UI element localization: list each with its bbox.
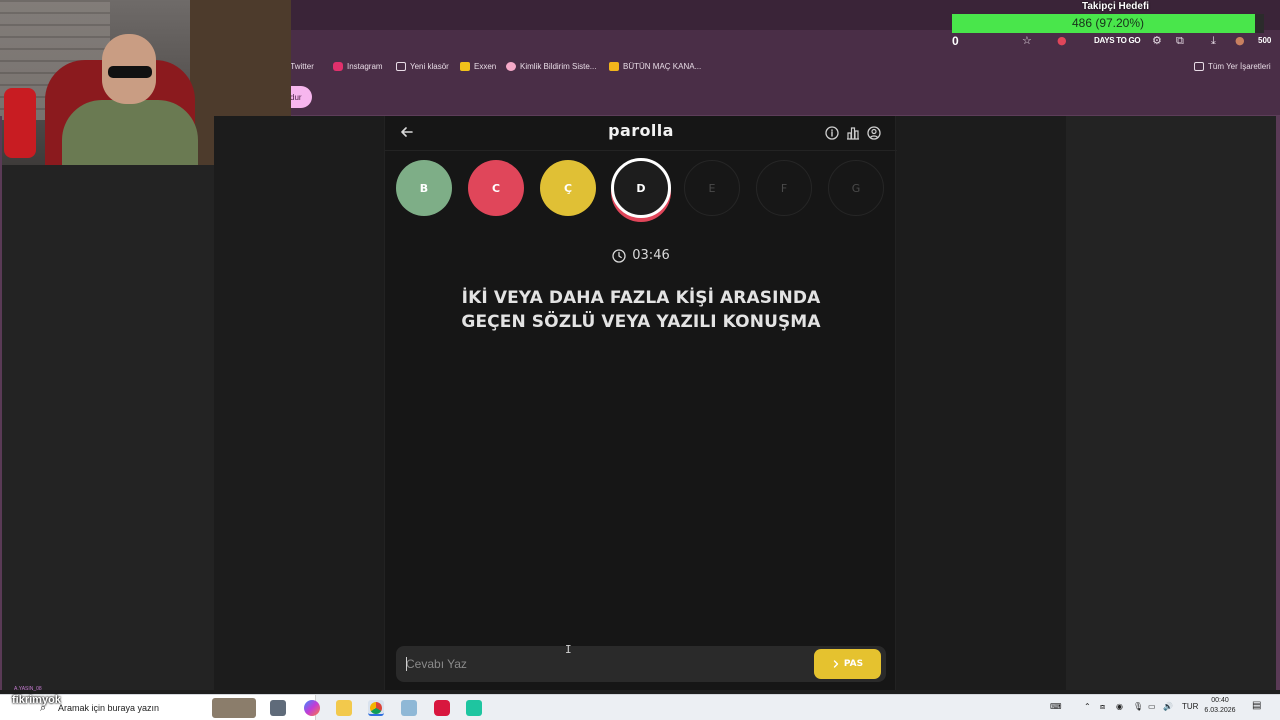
letter-circle-e: E (684, 160, 740, 216)
question-text: İKİ VEYA DAHA FAZLA KİŞİ ARASINDA GEÇEN … (425, 286, 857, 334)
camera-icon[interactable]: ◉ (1116, 702, 1123, 711)
letter-label: D (636, 181, 646, 195)
webcam-sunglasses (108, 66, 152, 78)
letter-label: Ç (563, 181, 573, 195)
letter-circle-c-cedilla: Ç (540, 160, 596, 216)
notification-icon[interactable]: ▤ (1252, 700, 1261, 711)
bookmark-butun-mac[interactable]: BÜTÜN MAÇ KANA... (609, 62, 701, 71)
header-divider (385, 150, 897, 151)
letter-label: C (491, 181, 501, 195)
bookmark-label: Yeni klasör (410, 62, 449, 71)
clock-date: 6.03.2026 (1204, 707, 1236, 714)
profile-avatar-icon[interactable]: ● (1235, 34, 1245, 47)
bookmark-label: Instagram (347, 62, 383, 71)
task-view-icon[interactable] (270, 700, 286, 716)
timer: 03:46 (385, 248, 897, 263)
folder-icon (396, 62, 406, 71)
goal-progress-text: 486 (97.20%) (1071, 16, 1145, 30)
window-edge-right (1276, 116, 1280, 690)
all-bookmarks-label: Tüm Yer İşaretleri (1208, 62, 1271, 71)
exxen-icon (460, 62, 470, 71)
chrome-icon[interactable] (368, 700, 384, 716)
overlay-username: A.YASIN_08 (14, 686, 42, 692)
goal-progress-bar: 486 (97.20%) (952, 14, 1264, 33)
bookmark-kimlik[interactable]: Kimlik Bildirim Siste... (506, 62, 596, 71)
bookmark-label: BÜTÜN MAÇ KANA... (623, 62, 702, 71)
star-icon[interactable]: ☆ (1022, 34, 1032, 47)
app-icon[interactable] (401, 700, 417, 716)
volume-icon[interactable]: 🔊 (1163, 702, 1173, 711)
taskbar-clock[interactable]: 00:40 6.03.2026 (1198, 696, 1242, 716)
pass-label: PAS (843, 659, 864, 669)
letter-circle-b: B (396, 160, 452, 216)
bookmark-label: Exxen (474, 62, 497, 71)
letter-circle-c: C (468, 160, 524, 216)
letter-label: G (851, 181, 861, 195)
letter-circle-f: F (756, 160, 812, 216)
instagram-icon (333, 62, 343, 71)
goal-title: Takipçi Hedefi (1082, 1, 1150, 12)
copilot-icon[interactable] (304, 700, 320, 716)
letter-circle-d-current: D (611, 158, 671, 218)
letter-label: E (708, 181, 716, 195)
answer-input[interactable] (406, 646, 806, 682)
extension-icon[interactable]: ⚙ (1152, 34, 1162, 47)
elephant-icon (212, 698, 256, 718)
profile-icon[interactable] (867, 125, 881, 140)
bookmark-yeni-klasor[interactable]: Yeni klasör (396, 62, 449, 71)
letter-label: B (419, 181, 429, 195)
page-left-area (2, 165, 214, 690)
info-icon[interactable] (825, 125, 839, 140)
bookmark-label: Kimlik Bildirim Siste... (520, 62, 597, 71)
letter-label: F (780, 181, 788, 195)
display-icon[interactable]: ▭ (1148, 702, 1156, 711)
question-line-2: GEÇEN SÖZLÜ VEYA YAZILI KONUŞMA (461, 312, 821, 332)
screen: / Twitter Instagram Yeni klasör Exxen Ki… (0, 0, 1280, 720)
webcam-lamp (4, 88, 36, 158)
text-caret (406, 657, 407, 671)
clock-icon (612, 248, 626, 263)
webcam-person-body (62, 100, 198, 165)
mouse-cursor-ibeam: I (565, 643, 572, 656)
taskbar-search-placeholder: Aramak için buraya yazın (58, 703, 160, 713)
link-icon (506, 62, 516, 71)
chevron-up-icon[interactable]: ⌃ (1084, 702, 1091, 711)
jp-icon (609, 62, 619, 71)
pass-button[interactable]: PAS (814, 649, 881, 679)
folder-icon (1194, 62, 1204, 71)
timer-value: 03:46 (632, 248, 670, 263)
game-panel: parolla B C Ç D E F G 03:46 İKİ VEYA DAH… (384, 116, 897, 690)
chevron-right-icon (833, 660, 839, 668)
discord-like-icon[interactable] (466, 700, 482, 716)
answer-box: PAS (396, 646, 886, 682)
question-line-1: İKİ VEYA DAHA FAZLA KİŞİ ARASINDA (461, 288, 821, 308)
right-counter: 500 (1258, 36, 1272, 45)
opera-icon[interactable] (434, 700, 450, 716)
keyboard-icon[interactable]: ⌨ (1050, 702, 1062, 711)
page-right-area (1066, 116, 1276, 690)
stream-watermark: fikrimyok (12, 694, 61, 706)
game-title: parolla (608, 121, 674, 140)
file-explorer-icon[interactable] (336, 700, 352, 716)
pill-label: dur (290, 92, 302, 102)
left-counter: 0 (952, 34, 959, 48)
clock-time: 00:40 (1211, 697, 1229, 704)
language-indicator[interactable]: TUR (1182, 702, 1198, 711)
letter-circle-g: G (828, 160, 884, 216)
days-to-go-label: DAYS TO GO (1094, 36, 1141, 45)
puzzle-icon[interactable]: ⧉ (1176, 34, 1184, 48)
extension-red-icon[interactable]: ● (1057, 34, 1067, 47)
network-icon[interactable]: ⧈ (1100, 702, 1105, 712)
all-bookmarks[interactable]: Tüm Yer İşaretleri (1194, 62, 1271, 71)
bookmark-exxen[interactable]: Exxen (460, 62, 496, 71)
microphone-icon[interactable]: 🎙 (1133, 702, 1143, 711)
download-icon[interactable]: ⤓ (1211, 34, 1216, 48)
bookmark-instagram[interactable]: Instagram (333, 62, 383, 71)
stats-icon[interactable] (846, 125, 860, 140)
